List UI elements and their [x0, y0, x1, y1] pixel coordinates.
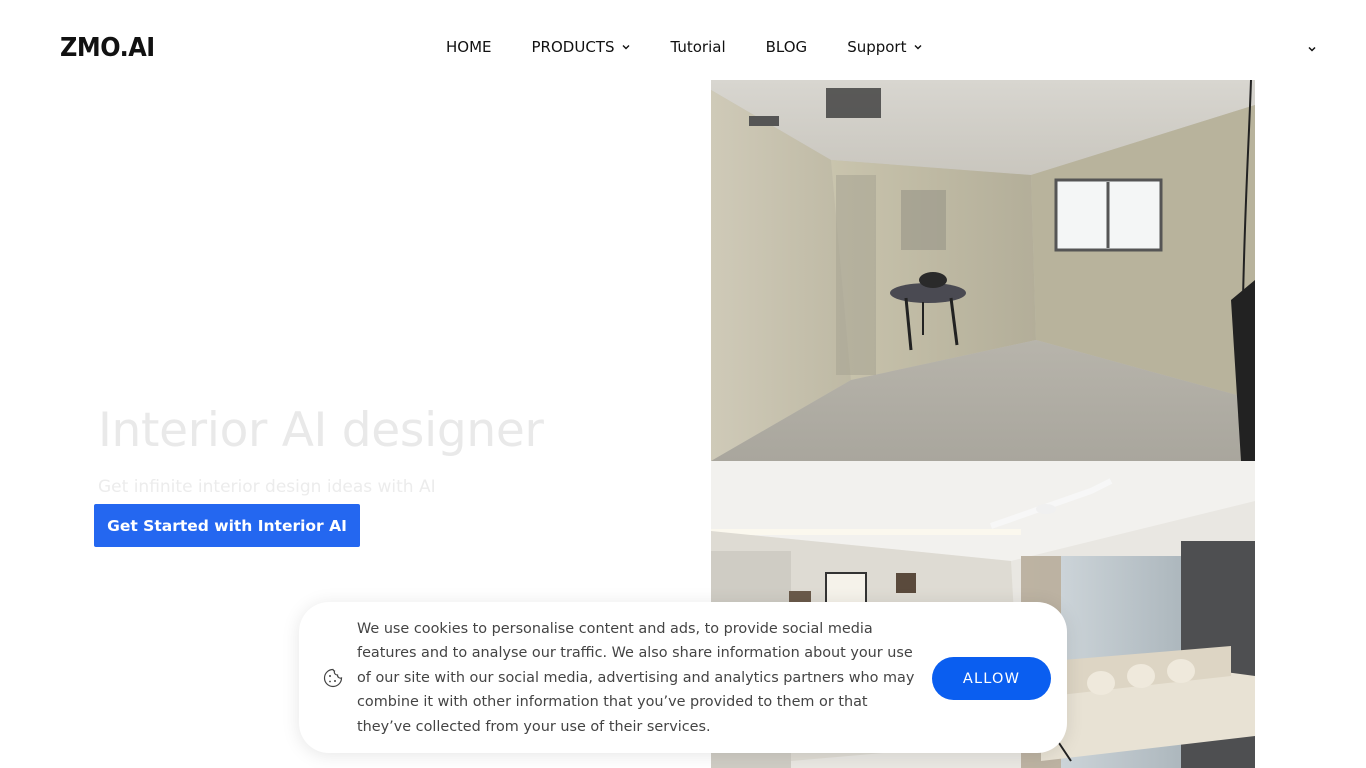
hero-title: Interior AI designer [98, 403, 544, 458]
language-dropdown-chevron-icon[interactable] [1307, 45, 1317, 53]
cookie-message: We use cookies to personalise content an… [357, 621, 915, 735]
nav-item-products[interactable]: PRODUCTS [532, 38, 631, 56]
get-started-button[interactable]: Get Started with Interior AI [94, 504, 360, 547]
nav-item-blog[interactable]: BLOG [766, 38, 808, 56]
nav-item-label: Support [847, 38, 907, 56]
nav-item-support[interactable]: Support [847, 38, 922, 56]
chevron-down-icon [622, 45, 630, 50]
nav-item-label: HOME [446, 38, 492, 56]
cookie-banner: We use cookies to personalise content an… [299, 602, 1067, 753]
hero-subtitle: Get infinite interior design ideas with … [98, 477, 436, 497]
nav-item-label: Tutorial [670, 38, 726, 56]
before-room-image [711, 80, 1255, 461]
allow-cookies-button[interactable]: ALLOW [932, 657, 1051, 700]
nav-item-label: PRODUCTS [531, 38, 615, 56]
chevron-down-icon [914, 45, 922, 50]
logo[interactable]: ZMO.AI [60, 33, 155, 63]
nav-item-tutorial[interactable]: Tutorial [670, 38, 725, 56]
nav-item-label: BLOG [765, 38, 808, 56]
cookie-icon [323, 668, 343, 688]
main-nav: HOME PRODUCTS Tutorial BLOG Support [446, 38, 922, 56]
nav-item-home[interactable]: HOME [446, 38, 492, 56]
